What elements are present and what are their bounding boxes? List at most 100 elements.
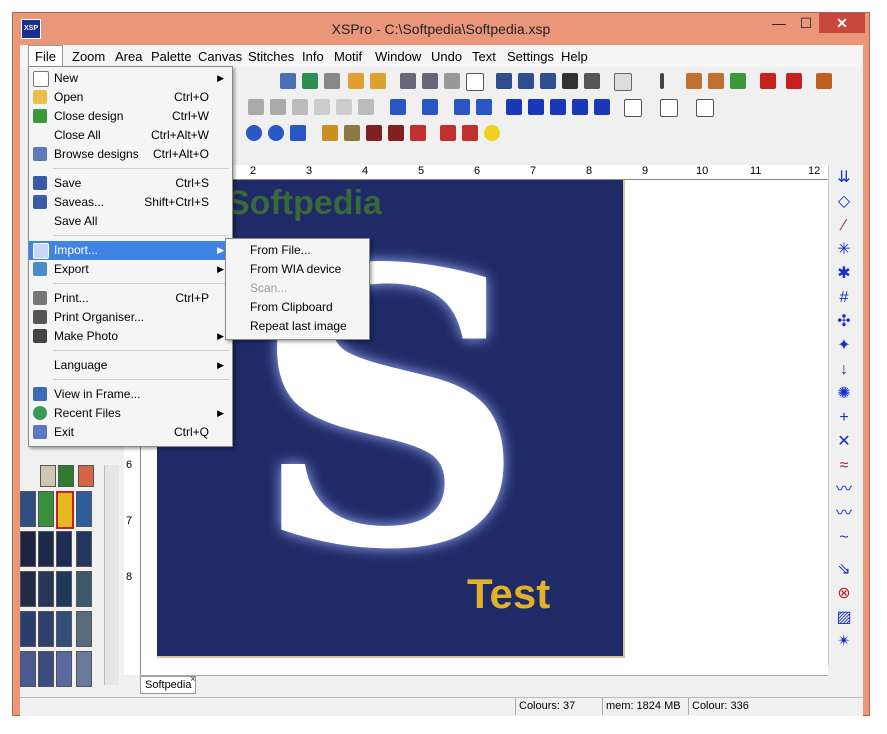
view-block-icon[interactable] [540, 73, 556, 89]
view-symbol-icon[interactable] [562, 73, 578, 89]
stitch-tool-icon[interactable]: ✣ [835, 313, 853, 331]
menu-palette[interactable]: Palette [151, 49, 191, 64]
grid-small-icon[interactable] [400, 73, 416, 89]
pick-icon[interactable] [324, 73, 340, 89]
menu-zoom[interactable]: Zoom [72, 49, 105, 64]
stitch-tool-icon[interactable]: ✴ [835, 633, 853, 651]
palette-swatch[interactable] [76, 531, 92, 567]
stitch-x-icon[interactable] [506, 99, 522, 115]
stitch-tool-icon[interactable]: ~ [835, 529, 853, 547]
select-icon[interactable] [302, 73, 318, 89]
stitch-full-icon[interactable] [594, 99, 610, 115]
stitch-tool-icon[interactable]: ≈ [835, 457, 853, 475]
close-button[interactable]: ✕ [819, 13, 865, 33]
copy-icon[interactable] [248, 99, 264, 115]
grid-off-icon[interactable] [466, 73, 484, 91]
tab-close-icon[interactable]: × [190, 674, 196, 685]
backstitch-icon[interactable] [366, 125, 382, 141]
palette-swatch[interactable] [38, 491, 54, 527]
palette-swatch[interactable] [76, 571, 92, 607]
bead-icon[interactable] [246, 125, 262, 141]
p-arrow-icon[interactable] [660, 99, 678, 117]
h-arrow-icon[interactable] [624, 99, 642, 117]
menu-settings[interactable]: Settings [507, 49, 554, 64]
stitch-tool-icon[interactable]: ✺ [835, 385, 853, 403]
menu-undo[interactable]: Undo [431, 49, 462, 64]
maximize-button[interactable]: ☐ [793, 13, 819, 33]
line-pencil-icon[interactable] [344, 125, 360, 141]
menu-info[interactable]: Info [302, 49, 324, 64]
clear-icon[interactable] [314, 99, 330, 115]
grid-view-icon[interactable] [280, 73, 296, 89]
stitch-tool-icon[interactable]: ⁄ [835, 217, 853, 235]
stitch-tool-icon[interactable]: + [835, 409, 853, 427]
stitch-tool-icon[interactable]: ⇘ [835, 561, 853, 579]
stitch-tool-icon[interactable]: 〰 [835, 481, 853, 499]
zoom-out-icon[interactable] [708, 73, 724, 89]
menu-item-exit[interactable]: Exit Ctrl+Q [29, 423, 230, 442]
title-bar[interactable]: XSP XSPro - C:\Softpedia\Softpedia.xsp —… [13, 13, 869, 45]
stitch-tool-icon[interactable]: ✳ [835, 241, 853, 259]
stitch-tool-icon[interactable]: ✕ [835, 433, 853, 451]
palette-swatch[interactable] [56, 531, 72, 567]
hand-icon[interactable] [348, 73, 364, 89]
arc-icon[interactable] [462, 125, 478, 141]
pencil-icon[interactable] [322, 125, 338, 141]
palette-swatch[interactable] [56, 651, 72, 687]
import-from-wia[interactable]: From WIA device [250, 260, 341, 279]
palette-swatch[interactable] [58, 465, 74, 487]
stitch-tool-icon[interactable]: ⇊ [835, 169, 853, 187]
menu-item-saveas[interactable]: Saveas... Shift+Ctrl+S [29, 193, 230, 212]
palette-swatch[interactable] [38, 571, 54, 607]
menu-item-print[interactable]: Print... Ctrl+P [29, 289, 230, 308]
palette-swatch[interactable] [20, 531, 36, 567]
import-repeat-last[interactable]: Repeat last image [250, 317, 347, 336]
palette-swatch[interactable] [38, 651, 54, 687]
needle-icon[interactable] [290, 125, 306, 141]
fill-icon[interactable] [336, 99, 352, 115]
menu-canvas[interactable]: Canvas [198, 49, 242, 64]
menu-text[interactable]: Text [472, 49, 496, 64]
menu-stitches[interactable]: Stitches [248, 49, 294, 64]
palette-swatch[interactable] [40, 465, 56, 487]
import-from-file[interactable]: From File... [250, 241, 311, 260]
mirror-icon[interactable] [476, 99, 492, 115]
menu-item-view-in-frame[interactable]: View in Frame... [29, 385, 230, 404]
view-stitch-icon[interactable] [496, 73, 512, 89]
circle-icon[interactable] [268, 125, 284, 141]
menu-item-save-all[interactable]: Save All [29, 212, 230, 231]
menu-item-close-design[interactable]: Close design Ctrl+W [29, 107, 230, 126]
grid-medium-icon[interactable] [422, 73, 438, 89]
palette-swatch[interactable] [20, 651, 36, 687]
knife-icon[interactable] [410, 125, 426, 141]
palette-swatch[interactable] [20, 571, 36, 607]
view-cross-icon[interactable] [518, 73, 534, 89]
menu-window[interactable]: Window [375, 49, 421, 64]
flip-icon[interactable] [454, 99, 470, 115]
grid-large-icon[interactable] [444, 73, 460, 89]
stitch-half-icon[interactable] [550, 99, 566, 115]
menu-area[interactable]: Area [115, 49, 142, 64]
stitch-tool-icon[interactable]: # [835, 289, 853, 307]
menu-file[interactable]: File [28, 45, 63, 67]
stitch-tool-icon[interactable]: ◇ [835, 193, 853, 211]
zigzag-icon[interactable] [388, 125, 404, 141]
stitch-tool-icon[interactable]: ✦ [835, 337, 853, 355]
menu-item-language[interactable]: Language ▶ [29, 356, 230, 375]
pin-icon[interactable] [760, 73, 776, 89]
text-tool-icon[interactable] [816, 73, 832, 89]
menu-item-open[interactable]: Open Ctrl+O [29, 88, 230, 107]
palette-swatch[interactable] [56, 571, 72, 607]
menu-item-import[interactable]: Import... ▶ [29, 241, 230, 260]
tab-softpedia[interactable]: Softpedia [140, 676, 197, 694]
palette-scrollbar[interactable] [104, 465, 119, 685]
paste-icon[interactable] [270, 99, 286, 115]
menu-item-recent-files[interactable]: Recent Files ▶ [29, 404, 230, 423]
stitch-tool-icon[interactable]: ⊗ [835, 585, 853, 603]
curve-icon[interactable] [440, 125, 456, 141]
s-arrow-icon[interactable] [696, 99, 714, 117]
redo-icon[interactable] [422, 99, 438, 115]
palette-swatch[interactable] [20, 491, 36, 527]
palette-swatch[interactable] [76, 611, 92, 647]
menu-help[interactable]: Help [561, 49, 588, 64]
